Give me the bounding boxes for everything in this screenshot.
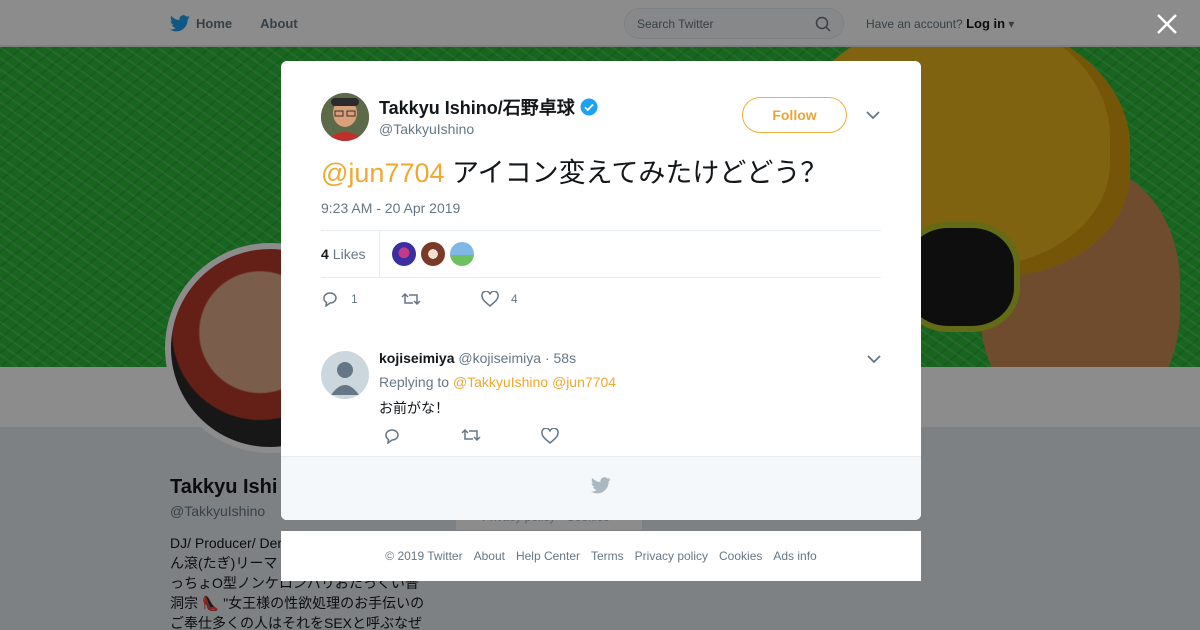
tweet-permalink-modal: Takkyu Ishino/石野卓球 @TakkyuIshino Follow … [281,61,921,520]
footer-link-help[interactable]: Help Center [516,549,580,563]
verified-badge-icon [580,98,598,116]
liker-avatar[interactable] [392,242,417,266]
tweet-body: アイコン変えてみたけどどう？ [444,158,828,188]
likes-label: Likes [332,246,366,262]
tweet-stats: 4 Likes [321,230,881,278]
like-count: 4 [511,292,518,306]
author-name-text: Takkyu Ishino/石野卓球 [379,98,575,118]
replying-to: Replying to @TakkyuIshino @jun7704 [379,374,616,390]
retweet-icon [401,292,421,306]
replying-prefix: Replying to [379,374,450,390]
footer-links: © 2019 Twitter About Help Center Terms P… [281,531,921,581]
reply-action[interactable]: 1 [321,291,401,307]
retweet-icon[interactable] [461,428,481,442]
likes-count: 4 [321,246,329,262]
reply-time[interactable]: · 58s [545,350,576,366]
retweet-action[interactable] [401,292,481,306]
tweet-text: @jun7704 アイコン変えてみたけどどう？ [321,151,827,190]
reply-icon [323,292,337,307]
reply-text: お前がな！ [379,400,449,416]
reply-actions [383,428,559,444]
footer-link-terms[interactable]: Terms [591,549,624,563]
chevron-down-icon[interactable] [867,354,881,364]
heart-icon[interactable] [541,428,559,444]
footer-link-privacy[interactable]: Privacy policy [635,549,708,563]
likes-stat[interactable]: 4 Likes [321,231,381,277]
replying-mention[interactable]: @jun7704 [552,374,616,390]
liker-avatar[interactable] [421,242,446,266]
author-handle[interactable]: @TakkyuIshino [379,121,474,137]
reply-author-name[interactable]: kojiseimiya [379,350,455,366]
footer-link-about[interactable]: About [474,549,505,563]
footer-link-cookies[interactable]: Cookies [719,549,762,563]
footer-link-ads[interactable]: Ads info [773,549,816,563]
close-icon[interactable] [1155,12,1179,36]
chevron-down-icon[interactable] [865,109,881,121]
author-avatar[interactable] [321,93,369,141]
reply-icon[interactable] [383,428,401,444]
liker-avatar[interactable] [450,242,475,266]
heart-icon [481,291,499,307]
tweet-mention[interactable]: @jun7704 [321,158,445,188]
replying-mention[interactable]: @TakkyuIshino [453,374,548,390]
modal-footer [281,456,921,520]
reply-author-handle[interactable]: @kojiseimiya [458,350,541,366]
reply-header: kojiseimiya @kojiseimiya · 58s [379,350,576,366]
tweet-actions: 1 4 [321,289,561,309]
author-name[interactable]: Takkyu Ishino/石野卓球 [379,94,598,120]
like-action[interactable]: 4 [481,291,561,307]
footer-copyright: © 2019 Twitter [385,549,463,563]
reply-count: 1 [351,292,358,306]
default-avatar-icon[interactable] [321,351,369,399]
tweet-timestamp[interactable]: 9:23 AM - 20 Apr 2019 [321,200,460,216]
likers-avatars [380,242,475,266]
follow-button[interactable]: Follow [742,97,847,133]
twitter-bird-icon [591,477,611,494]
